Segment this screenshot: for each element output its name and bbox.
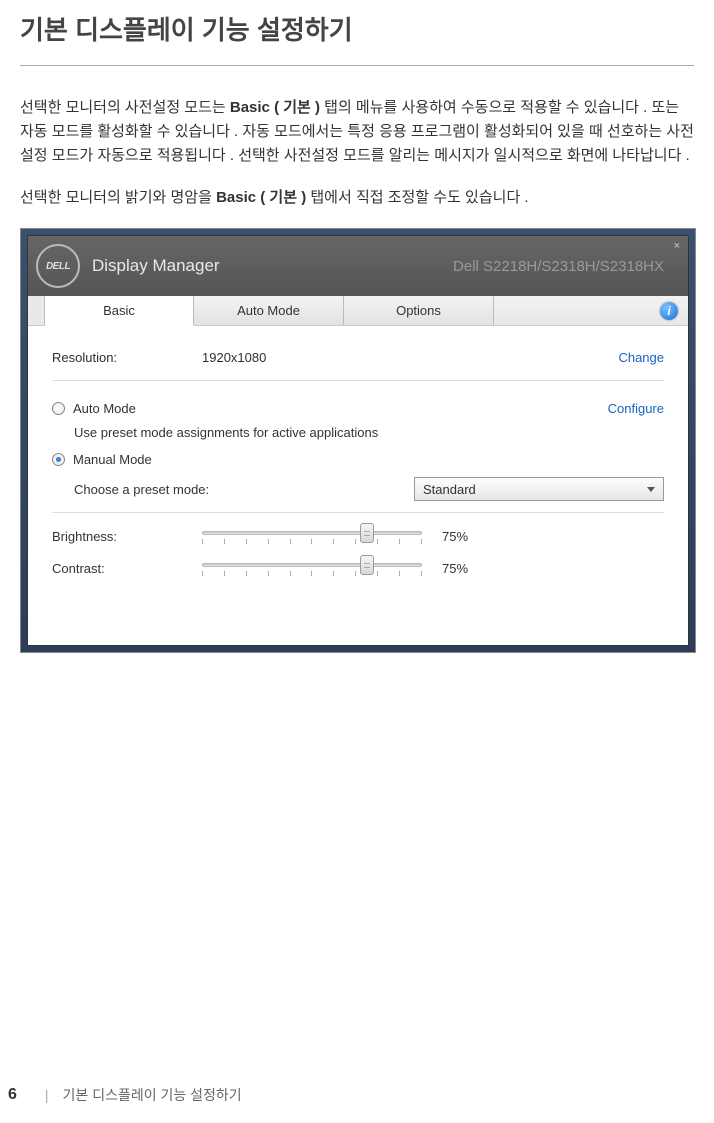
p2-text-a: 선택한 모니터의 밝기와 명암을 [20,189,216,206]
tabstrip: Basic Auto Mode Options i [28,296,688,326]
manual-mode-desc: Choose a preset mode: [74,482,209,497]
p1-text-a: 선택한 모니터의 사전설정 모드는 [20,99,230,116]
configure-link[interactable]: Configure [608,401,664,416]
change-link[interactable]: Change [618,350,664,365]
footer-section-title: 기본 디스플레이 기능 설정하기 [63,1085,242,1105]
auto-mode-desc: Use preset mode assignments for active a… [74,425,664,440]
footer-separator: | [45,1087,49,1103]
manual-mode-radio[interactable] [52,453,65,466]
close-icon[interactable]: × [674,240,680,252]
page-number: 6 [8,1086,17,1104]
manual-mode-subrow: Choose a preset mode: Standard [52,476,664,502]
resolution-label: Resolution: [52,350,202,365]
info-icon[interactable]: i [660,302,678,320]
resolution-value: 1920x1080 [202,350,402,365]
intro-paragraph-2: 선택한 모니터의 밝기와 명암을 Basic ( 기본 ) 탭에서 직접 조정할… [20,186,694,210]
window-title: Display Manager [92,256,220,276]
brightness-label: Brightness: [52,529,202,544]
page-title: 기본 디스플레이 기능 설정하기 [20,10,694,66]
contrast-thumb[interactable] [360,555,374,575]
intro-paragraph-1: 선택한 모니터의 사전설정 모드는 Basic ( 기본 ) 탭의 메뉴를 사용… [20,96,694,168]
app-screenshot-frame: DELL Display Manager Dell S2218H/S2318H/… [20,228,696,653]
contrast-slider[interactable] [202,559,422,577]
auto-mode-label: Auto Mode [73,401,136,416]
tab-options[interactable]: Options [344,296,494,325]
titlebar: DELL Display Manager Dell S2218H/S2318H/… [28,236,688,296]
brightness-slider[interactable] [202,527,422,545]
monitor-model-label: Dell S2218H/S2318H/S2318HX [453,258,664,275]
brightness-value: 75% [442,529,468,544]
tab-spacer: i [494,296,688,325]
divider-1 [52,380,664,381]
divider-2 [52,512,664,513]
page-footer: 6 | 기본 디스플레이 기능 설정하기 [8,1085,242,1105]
brightness-row: Brightness: 75% [52,527,664,545]
tab-auto-mode[interactable]: Auto Mode [194,296,344,325]
contrast-label: Contrast: [52,561,202,576]
p1-bold-1: Basic ( 기본 ) [230,99,320,116]
preset-mode-value: Standard [423,482,476,497]
display-manager-window: DELL Display Manager Dell S2218H/S2318H/… [27,235,689,646]
dell-logo-icon: DELL [36,244,80,288]
manual-mode-row: Manual Mode [52,446,664,472]
basic-panel: Resolution: 1920x1080 Change Auto Mode C… [28,326,688,645]
contrast-value: 75% [442,561,468,576]
preset-mode-dropdown[interactable]: Standard [414,477,664,501]
p2-bold: Basic ( 기본 ) [216,189,306,206]
p2-text-b: 탭에서 직접 조정할 수도 있습니다 . [306,189,528,206]
resolution-row: Resolution: 1920x1080 Change [52,344,664,370]
brightness-thumb[interactable] [360,523,374,543]
auto-mode-radio[interactable] [52,402,65,415]
contrast-row: Contrast: 75% [52,559,664,577]
manual-mode-label: Manual Mode [73,452,152,467]
auto-mode-row: Auto Mode Configure [52,395,664,421]
tab-basic[interactable]: Basic [44,296,194,326]
